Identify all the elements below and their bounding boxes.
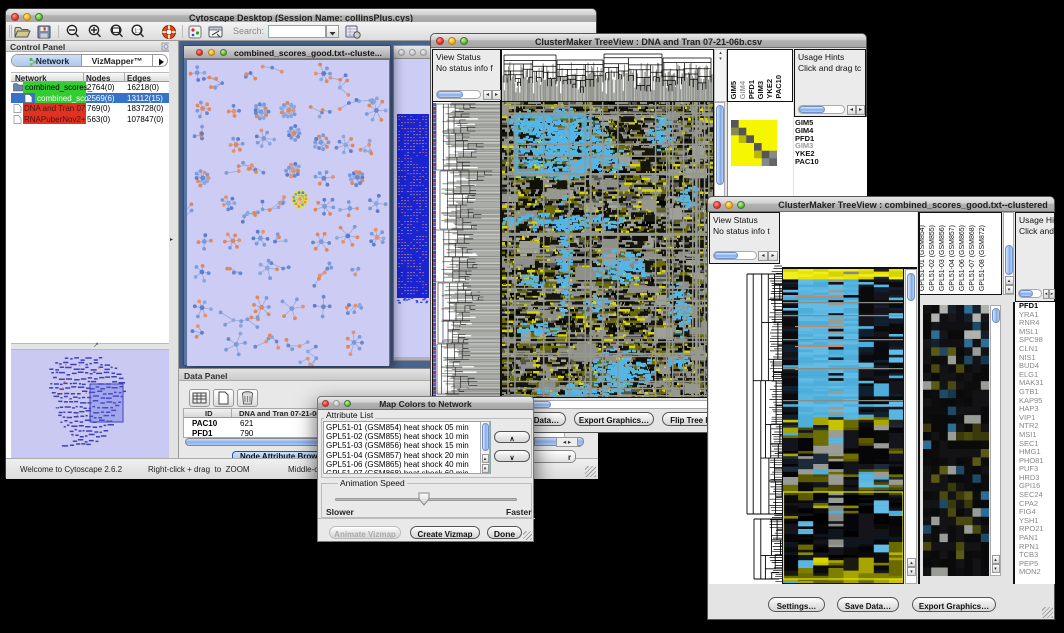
svg-text:1:1: 1:1 <box>134 29 142 35</box>
